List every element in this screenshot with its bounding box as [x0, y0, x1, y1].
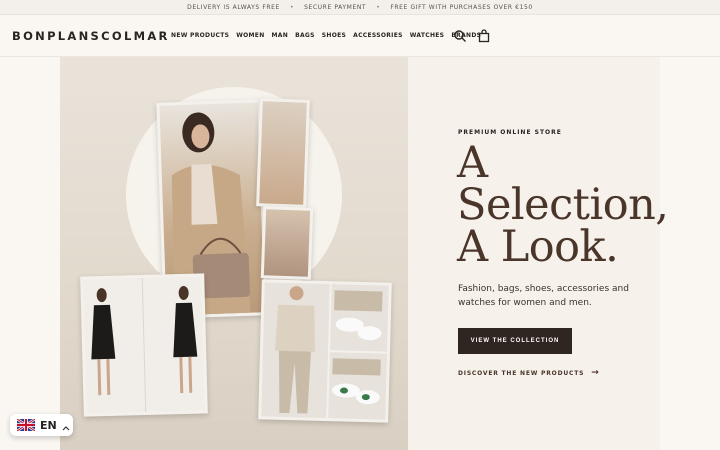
photo-bag-detail [260, 206, 314, 280]
gb-flag-icon [16, 416, 36, 435]
photo-black-dress [80, 273, 208, 417]
discover-new-products-link[interactable]: DISCOVER THE NEW PRODUCTS → [458, 368, 600, 378]
announcement-free-delivery: DELIVERY IS ALWAYS FREE [187, 3, 280, 11]
hero-image [60, 57, 408, 450]
site-header: BONPLANSCOLMAR NEW PRODUCTS WOMEN MAN BA… [0, 15, 720, 57]
view-collection-button[interactable]: VIEW THE COLLECTION [458, 328, 572, 354]
nav-item-bags[interactable]: BAGS [295, 32, 315, 39]
announcement-secure-payment: SECURE PAYMENT [304, 3, 367, 11]
announcement-free-gift: FREE GIFT WITH PURCHASES OVER €150 [390, 3, 533, 11]
hero-eyebrow: PREMIUM ONLINE STORE [458, 129, 562, 136]
discover-link-label: DISCOVER THE NEW PRODUCTS [458, 369, 585, 377]
photo-man-sneakers [258, 279, 392, 423]
hero-description: Fashion, bags, shoes, accessories and wa… [458, 284, 629, 308]
hero-headline-line: Selection, [457, 180, 669, 230]
bag-icon[interactable] [477, 28, 491, 43]
nav-item-women[interactable]: WOMEN [236, 32, 264, 39]
language-selector[interactable]: EN [10, 414, 73, 436]
main-nav: NEW PRODUCTS WOMEN MAN BAGS SHOES ACCESS… [171, 32, 488, 39]
language-code: EN [40, 418, 57, 432]
site-logo[interactable]: BONPLANSCOLMAR [12, 29, 170, 43]
hero-headline-line: A Look. [457, 222, 619, 272]
hero-headline: A Selection, A Look. [457, 138, 720, 272]
photo-coat-detail [256, 98, 310, 208]
arrow-right-icon: → [591, 368, 600, 378]
announcement-bar: DELIVERY IS ALWAYS FREE • SECURE PAYMENT… [0, 0, 720, 15]
nav-item-man[interactable]: MAN [272, 32, 289, 39]
hero-headline-line: A [457, 138, 488, 188]
announcement-separator: • [289, 3, 295, 11]
announcement-separator: • [376, 3, 381, 11]
nav-item-new-products[interactable]: NEW PRODUCTS [171, 32, 229, 39]
nav-item-accessories[interactable]: ACCESSORIES [353, 32, 403, 39]
nav-item-watches[interactable]: WATCHES [410, 32, 445, 39]
chevron-up-icon [62, 416, 70, 435]
search-icon[interactable] [453, 28, 467, 42]
nav-item-shoes[interactable]: SHOES [322, 32, 346, 39]
